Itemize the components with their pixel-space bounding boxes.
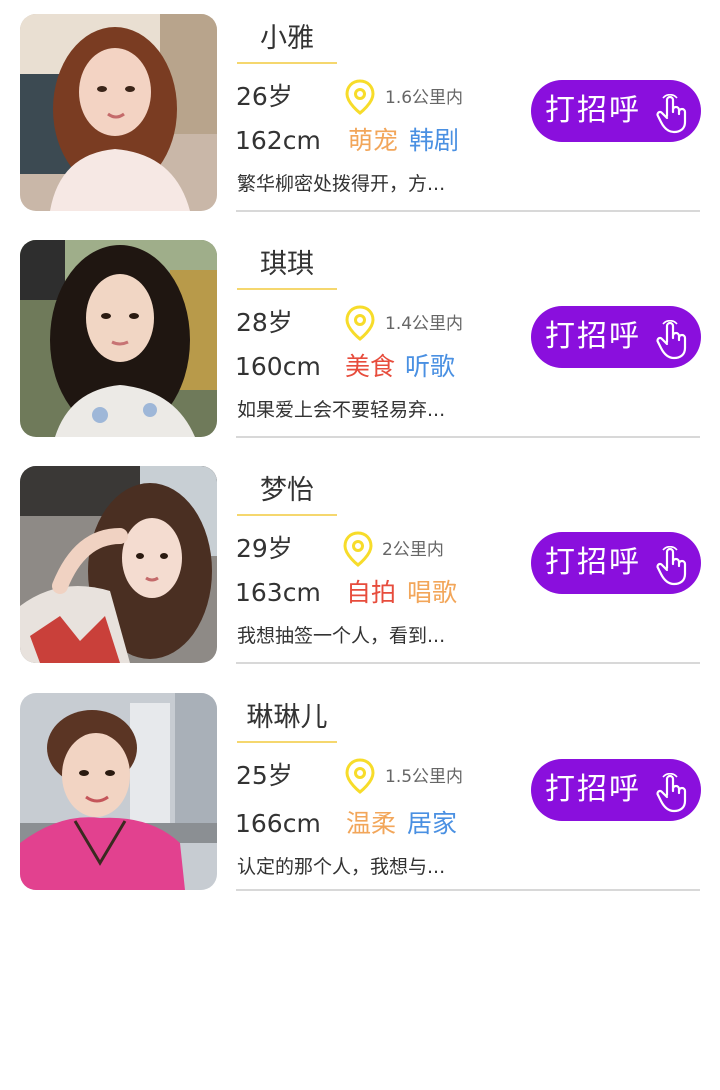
profile-card[interactable]: 琪琪 28岁 1.4公里内 160cm 美食 听歌 如果爱上会不要轻易弃... … bbox=[0, 226, 720, 452]
row-divider bbox=[236, 436, 700, 438]
interest-tag: 唱歌 bbox=[407, 578, 458, 607]
profile-intro: 如果爱上会不要轻易弃... bbox=[237, 399, 446, 421]
row-divider bbox=[236, 210, 700, 212]
profile-distance: 1.5公里内 bbox=[385, 767, 464, 787]
location-pin-icon bbox=[345, 305, 375, 341]
profile-intro: 我想抽签一个人，看到... bbox=[237, 625, 446, 647]
interest-tag: 萌宠 bbox=[348, 126, 399, 155]
interest-tag: 韩剧 bbox=[409, 126, 460, 155]
profile-name: 小雅 bbox=[237, 16, 337, 64]
greet-button-label: 打招呼 bbox=[545, 545, 641, 580]
hand-pointer-icon bbox=[656, 320, 687, 360]
profile-name: 琪琪 bbox=[237, 242, 337, 290]
interest-tag: 自拍 bbox=[346, 578, 397, 607]
avatar[interactable] bbox=[20, 240, 217, 437]
profile-intro: 认定的那个人，我想与... bbox=[237, 856, 446, 878]
interest-tag: 居家 bbox=[407, 809, 458, 838]
profile-age: 25岁 bbox=[236, 761, 293, 790]
profile-height: 163cm bbox=[235, 578, 321, 607]
profile-height: 160cm bbox=[235, 352, 321, 381]
interest-tag: 温柔 bbox=[346, 809, 397, 838]
profile-distance: 1.4公里内 bbox=[385, 314, 464, 334]
profile-age: 29岁 bbox=[236, 534, 293, 563]
interest-tag: 听歌 bbox=[405, 352, 456, 381]
avatar[interactable] bbox=[20, 466, 217, 663]
profile-card[interactable]: 琳琳儿 25岁 1.5公里内 166cm 温柔 居家 认定的那个人，我想与...… bbox=[0, 679, 720, 905]
profile-age: 28岁 bbox=[236, 308, 293, 337]
location-pin-icon bbox=[345, 79, 375, 115]
portrait-photo-icon bbox=[20, 14, 217, 211]
profile-card[interactable]: 梦怡 29岁 2公里内 163cm 自拍 唱歌 我想抽签一个人，看到... 打招… bbox=[0, 452, 720, 678]
row-divider bbox=[236, 662, 700, 664]
portrait-photo-icon bbox=[20, 240, 217, 437]
profile-age: 26岁 bbox=[236, 82, 293, 111]
greet-button[interactable]: 打招呼 bbox=[531, 532, 701, 594]
profile-height: 166cm bbox=[235, 809, 321, 838]
profile-distance: 1.6公里内 bbox=[385, 88, 464, 108]
portrait-photo-icon bbox=[20, 693, 217, 890]
greet-button[interactable]: 打招呼 bbox=[531, 80, 701, 142]
hand-pointer-icon bbox=[656, 773, 687, 813]
interest-tag: 美食 bbox=[345, 352, 396, 381]
hand-pointer-icon bbox=[656, 546, 687, 586]
profile-name: 梦怡 bbox=[237, 468, 337, 516]
profile-distance: 2公里内 bbox=[382, 540, 444, 560]
location-pin-icon bbox=[343, 531, 373, 567]
greet-button-label: 打招呼 bbox=[545, 93, 641, 128]
avatar[interactable] bbox=[20, 14, 217, 211]
row-divider bbox=[236, 889, 700, 891]
portrait-photo-icon bbox=[20, 466, 217, 663]
profile-name: 琳琳儿 bbox=[237, 695, 337, 743]
greet-button[interactable]: 打招呼 bbox=[531, 759, 701, 821]
greet-button-label: 打招呼 bbox=[545, 319, 641, 354]
profile-card[interactable]: 小雅 26岁 1.6公里内 162cm 萌宠 韩剧 繁华柳密处拨得开，方... … bbox=[0, 0, 720, 226]
greet-button[interactable]: 打招呼 bbox=[531, 306, 701, 368]
location-pin-icon bbox=[345, 758, 375, 794]
avatar[interactable] bbox=[20, 693, 217, 890]
profile-intro: 繁华柳密处拨得开，方... bbox=[237, 173, 446, 195]
hand-pointer-icon bbox=[656, 94, 687, 134]
greet-button-label: 打招呼 bbox=[545, 772, 641, 807]
profile-height: 162cm bbox=[235, 126, 321, 155]
